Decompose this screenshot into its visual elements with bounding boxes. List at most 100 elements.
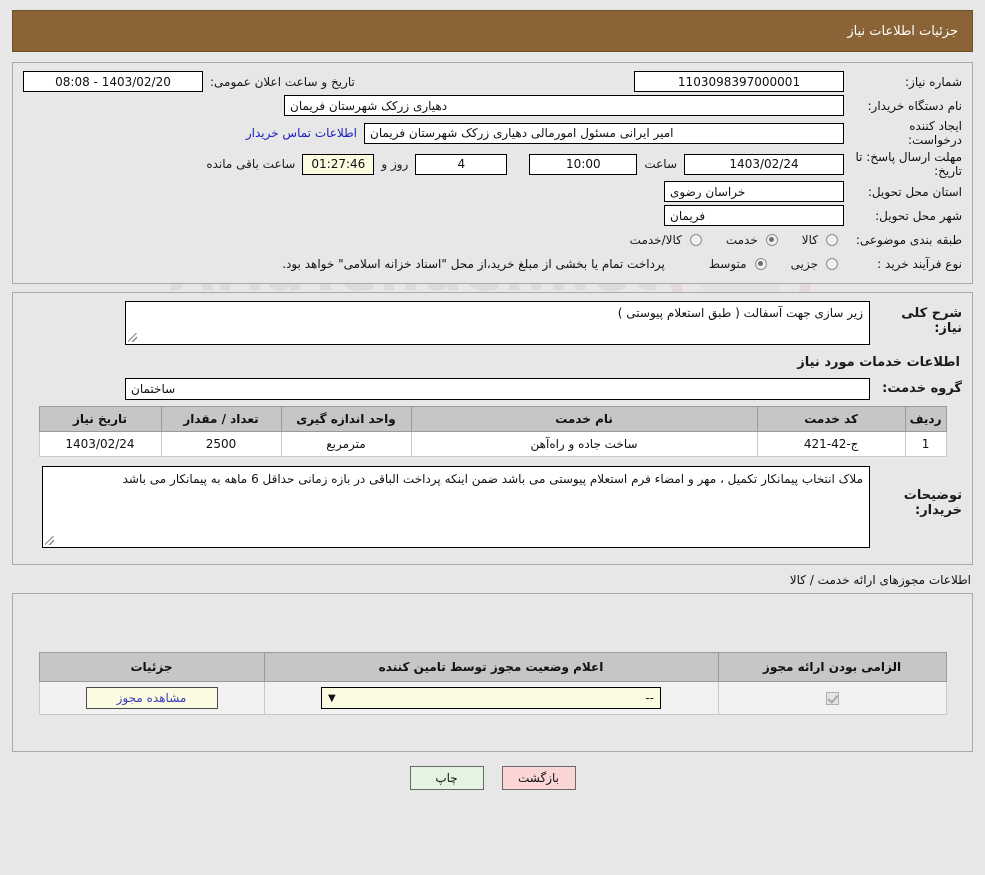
row-buyer-notes: توضیحات خریدار: ملاک انتخاب پیمانکار تکم… bbox=[23, 466, 962, 548]
row-city: شهر محل تحویل: فریمان bbox=[23, 205, 962, 226]
col-service-code: کد خدمت bbox=[756, 406, 906, 432]
radio-icon-motevaset[interactable] bbox=[754, 257, 767, 270]
days-label: روز و bbox=[381, 157, 409, 171]
col-quantity: تعداد / مقدار bbox=[160, 406, 282, 432]
process-option-motevaset[interactable]: متوسط bbox=[709, 257, 773, 271]
need-details-panel: شرح کلی نیاز: زیر سازی جهت آسفالت ( طبق … bbox=[12, 292, 973, 565]
province-label: استان محل تحویل: bbox=[867, 184, 962, 199]
need-number-field[interactable]: 1103098397000001 bbox=[634, 71, 844, 92]
process-radio-group: جزیی متوسط bbox=[691, 257, 844, 271]
back-button[interactable]: بازگشت bbox=[501, 766, 576, 790]
countdown-field: 01:27:46 bbox=[302, 153, 375, 175]
cell-permit-status: ▼ -- bbox=[263, 681, 719, 715]
cell-service-name: ساخت جاده و راه‌آهن bbox=[410, 431, 758, 457]
cell-permit-required bbox=[717, 681, 947, 715]
row-buyer-org: نام دستگاه خریدار: دهیاری زرکک شهرستان ف… bbox=[23, 95, 962, 116]
process-option-jozei[interactable]: جزیی bbox=[791, 257, 844, 271]
radio-icon-jozei[interactable] bbox=[826, 257, 838, 270]
services-table-wrap: ردیف کد خدمت نام خدمت واحد اندازه گیری ت… bbox=[23, 406, 962, 457]
category-option-khedmat[interactable]: خدمت bbox=[726, 233, 784, 247]
countdown-label: ساعت باقی مانده bbox=[206, 157, 296, 171]
services-table: ردیف کد خدمت نام خدمت واحد اندازه گیری ت… bbox=[38, 406, 947, 457]
row-category: طبقه بندی موضوعی: کالا خدمت کالا/خدمت bbox=[23, 229, 962, 250]
services-table-header-row: ردیف کد خدمت نام خدمت واحد اندازه گیری ت… bbox=[38, 406, 947, 432]
cell-quantity: 2500 bbox=[160, 431, 282, 457]
process-note: پرداخت تمام یا بخشی از مبلغ خرید،از محل … bbox=[282, 256, 665, 271]
col-row-no: ردیف bbox=[904, 406, 947, 432]
buyer-org-field[interactable]: دهیاری زرکک شهرستان فریمان bbox=[284, 95, 844, 116]
need-info-panel: شماره نیاز: 1103098397000001 تاریخ و ساع… bbox=[12, 62, 973, 284]
creator-field[interactable]: امیر ایرانی مسئول امورمالی دهیاری زرکک ش… bbox=[364, 122, 844, 144]
category-radio-group: کالا خدمت کالا/خدمت bbox=[612, 233, 844, 247]
cell-service-code: ج-42-421 bbox=[756, 431, 906, 457]
page-root: AriaTender.net جزئیات اطلاعات نیاز شماره… bbox=[0, 0, 985, 875]
announce-datetime-field[interactable]: 1403/02/20 - 08:08 bbox=[23, 71, 203, 92]
page-title: جزئیات اطلاعات نیاز bbox=[847, 23, 958, 39]
city-label: شهر محل تحویل: bbox=[875, 208, 962, 223]
cell-need-date: 1403/02/24 bbox=[38, 431, 162, 457]
category-option-kala-label: کالا bbox=[801, 232, 818, 247]
cell-permit-details: مشاهده مجوز bbox=[38, 681, 265, 715]
city-field[interactable]: فریمان bbox=[664, 205, 844, 226]
col-permit-status: اعلام وضعیت مجوز توسط تامین کننده bbox=[263, 652, 719, 682]
buyer-org-label: نام دستگاه خریدار: bbox=[867, 98, 963, 113]
row-service-group: گروه خدمت: ساختمان bbox=[23, 378, 962, 400]
category-option-khedmat-label: خدمت bbox=[725, 232, 758, 247]
row-creator: ایجاد کننده درخواست: امیر ایرانی مسئول ا… bbox=[23, 119, 962, 147]
permit-status-value: -- bbox=[645, 691, 654, 705]
radio-icon-khedmat[interactable] bbox=[765, 233, 778, 246]
row-general-description: شرح کلی نیاز: زیر سازی جهت آسفالت ( طبق … bbox=[23, 301, 962, 345]
radio-icon-kala-khedmat[interactable] bbox=[689, 233, 702, 246]
permit-status-select[interactable]: ▼ -- bbox=[321, 687, 661, 709]
permits-table: الزامی بودن ارائه مجوز اعلام وضعیت مجوز … bbox=[38, 652, 947, 715]
category-option-kala-khedmat-label: کالا/خدمت bbox=[629, 232, 682, 247]
service-group-field[interactable]: ساختمان bbox=[125, 378, 870, 400]
col-permit-details: جزئیات bbox=[38, 652, 265, 682]
cell-row-no: 1 bbox=[904, 431, 947, 457]
cell-unit: مترمربع bbox=[280, 431, 412, 457]
buyer-contact-link[interactable]: اطلاعات تماس خریدار bbox=[239, 126, 364, 140]
permit-required-checkbox bbox=[825, 692, 839, 705]
buyer-notes-label: توضیحات خریدار: bbox=[903, 488, 962, 518]
remaining-days-field: 4 bbox=[415, 153, 508, 175]
table-row: 1 ج-42-421 ساخت جاده و راه‌آهن مترمربع 2… bbox=[38, 431, 947, 457]
col-service-name: نام خدمت bbox=[410, 406, 758, 432]
services-section-title: اطلاعات خدمات مورد نیاز bbox=[797, 355, 960, 370]
view-permit-button[interactable]: مشاهده مجوز bbox=[85, 687, 218, 709]
row-province: استان محل تحویل: خراسان رضوی bbox=[23, 181, 962, 202]
radio-icon-kala[interactable] bbox=[826, 233, 838, 246]
permits-panel: الزامی بودن ارائه مجوز اعلام وضعیت مجوز … bbox=[12, 593, 973, 752]
announce-label: تاریخ و ساعت اعلان عمومی: bbox=[210, 74, 355, 89]
process-label: نوع فرآیند خرید : bbox=[877, 256, 962, 271]
time-label: ساعت bbox=[644, 157, 677, 171]
process-option-motevaset-label: متوسط bbox=[708, 256, 747, 271]
row-process-type: نوع فرآیند خرید : جزیی متوسط پرداخت تمام… bbox=[23, 253, 962, 274]
category-option-kala[interactable]: کالا bbox=[802, 233, 844, 247]
category-label: طبقه بندی موضوعی: bbox=[855, 232, 962, 247]
category-option-kala-khedmat[interactable]: کالا/خدمت bbox=[630, 233, 708, 247]
deadline-label: مهلت ارسال پاسخ: تا تاریخ: bbox=[855, 150, 962, 178]
col-need-date: تاریخ نیاز bbox=[38, 406, 162, 432]
permits-section-label: اطلاعات مجوزهای ارائه خدمت / کالا bbox=[789, 573, 971, 587]
table-row: ▼ -- مشاهده مجوز bbox=[38, 681, 947, 715]
chevron-down-icon: ▼ bbox=[328, 692, 336, 704]
permits-top-spacer bbox=[23, 604, 962, 652]
deadline-date-field[interactable]: 1403/02/24 bbox=[684, 153, 844, 175]
process-option-jozei-label: جزیی bbox=[790, 256, 818, 271]
need-number-label: شماره نیاز: bbox=[905, 74, 962, 89]
print-button[interactable]: چاپ bbox=[409, 766, 484, 790]
footer-buttons: بازگشت چاپ bbox=[0, 766, 985, 790]
deadline-time-field[interactable]: 10:00 bbox=[529, 153, 638, 175]
province-field[interactable]: خراسان رضوی bbox=[664, 181, 844, 202]
service-group-label: گروه خدمت: bbox=[882, 381, 962, 396]
buyer-notes-textarea[interactable]: ملاک انتخاب پیمانکار تکمیل ، مهر و امضاء… bbox=[42, 466, 870, 548]
row-need-number: شماره نیاز: 1103098397000001 تاریخ و ساع… bbox=[23, 71, 962, 92]
row-deadline: مهلت ارسال پاسخ: تا تاریخ: 1403/02/24 سا… bbox=[23, 150, 962, 178]
general-desc-textarea[interactable]: زیر سازی جهت آسفالت ( طبق استعلام پیوستی… bbox=[125, 301, 870, 345]
col-unit: واحد اندازه گیری bbox=[280, 406, 412, 432]
col-permit-required: الزامی بودن ارائه مجوز bbox=[717, 652, 947, 682]
permits-table-header-row: الزامی بودن ارائه مجوز اعلام وضعیت مجوز … bbox=[38, 652, 947, 682]
header-bar: جزئیات اطلاعات نیاز bbox=[12, 10, 973, 52]
general-desc-label: شرح کلی نیاز: bbox=[901, 306, 962, 336]
creator-label: ایجاد کننده درخواست: bbox=[908, 119, 962, 147]
